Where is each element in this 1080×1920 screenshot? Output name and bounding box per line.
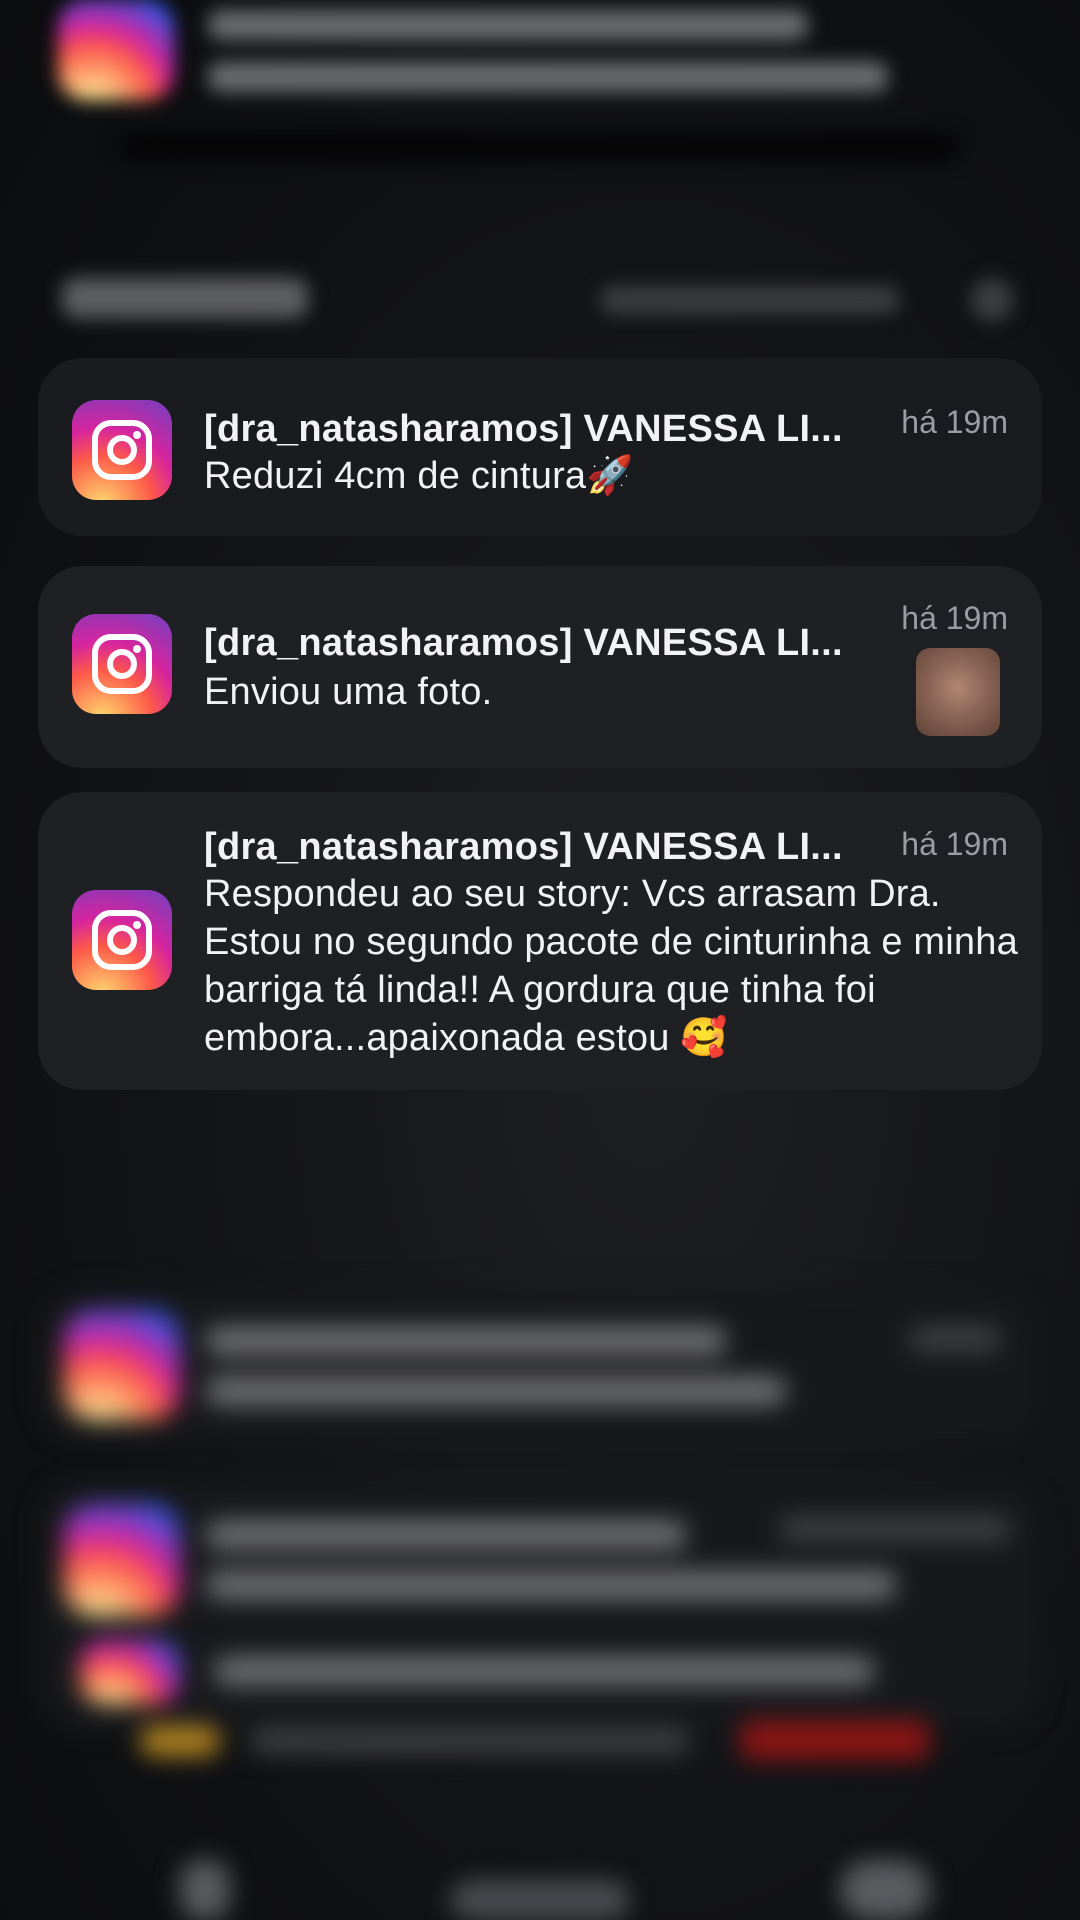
- blurred-group-header: [0, 260, 1080, 340]
- instagram-icon: [72, 614, 172, 714]
- notification-title: [dra_natasharamos] VANESSA LI...: [204, 408, 843, 450]
- notification-time: há 19m: [901, 600, 1008, 636]
- notification-card[interactable]: [dra_natasharamos] VANESSA LI... há 19m …: [38, 566, 1042, 768]
- notification-title: [dra_natasharamos] VANESSA LI...: [204, 826, 843, 868]
- blurred-notification-stack: [0, 1480, 1080, 1770]
- notification-title: [dra_natasharamos] VANESSA LI...: [204, 622, 843, 664]
- instagram-icon: [72, 890, 172, 990]
- notification-card[interactable]: [dra_natasharamos] VANESSA LI... há 19m …: [38, 358, 1042, 536]
- notification-time: há 19m: [901, 826, 1008, 862]
- notification-time: há 19m: [901, 404, 1008, 440]
- notification-body: Respondeu ao seu story: Vcs arrasam Dra.…: [204, 873, 1018, 1059]
- blurred-notification-lower: [0, 1290, 1080, 1450]
- notification-body: Enviou uma foto.: [204, 671, 493, 713]
- photo-thumbnail[interactable]: [916, 648, 1000, 736]
- instagram-icon: [72, 400, 172, 500]
- notification-card[interactable]: [dra_natasharamos] VANESSA LI... há 19m …: [38, 792, 1042, 1090]
- lock-screen: [dra_natasharamos] VANESSA LI... há 19m …: [0, 0, 1080, 1920]
- blurred-notification-top: [0, 0, 1080, 162]
- blurred-bottom-controls: [0, 1840, 1080, 1920]
- notification-body: Reduzi 4cm de cintura🚀: [204, 455, 634, 497]
